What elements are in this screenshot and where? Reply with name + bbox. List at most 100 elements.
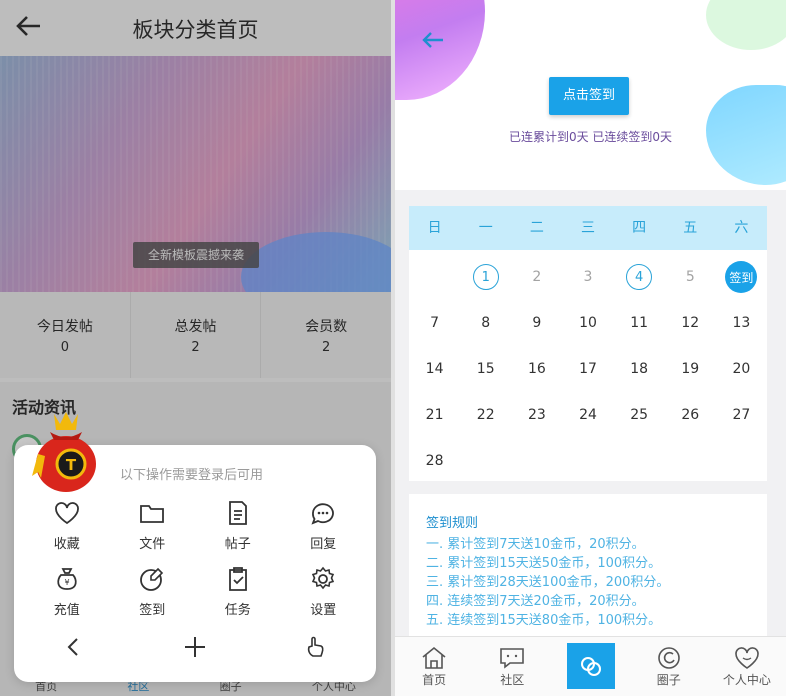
day-cell[interactable]: 24 bbox=[562, 394, 613, 436]
nav-home[interactable]: 首页 bbox=[395, 637, 473, 696]
weekday-label: 五 bbox=[683, 220, 698, 236]
action-replies[interactable]: 回复 bbox=[281, 499, 367, 555]
lucky-bag-icon[interactable]: T bbox=[26, 406, 106, 496]
action-settings[interactable]: 设置 bbox=[281, 565, 367, 621]
day-cell[interactable]: 23 bbox=[511, 394, 562, 436]
action-recharge[interactable]: ¥ 充值 bbox=[24, 565, 110, 621]
action-files[interactable]: 文件 bbox=[110, 499, 196, 555]
weekday-label: 三 bbox=[580, 220, 595, 236]
chevron-left-icon[interactable] bbox=[61, 634, 87, 660]
day-cell[interactable]: 7 bbox=[409, 302, 460, 344]
day-cell[interactable]: 27 bbox=[716, 394, 767, 436]
nav-label: 首页 bbox=[422, 673, 447, 687]
decor-blob-green bbox=[706, 0, 786, 50]
day-checked-in[interactable]: 签到 bbox=[716, 256, 767, 298]
action-posts[interactable]: 帖子 bbox=[195, 499, 281, 555]
screen: 板块分类首页 全新模板震撼来袭 今日发帖 0 总发帖 2 会员数 2 活动资讯 bbox=[0, 0, 786, 696]
day-cell[interactable]: 17 bbox=[562, 348, 613, 390]
day-cell[interactable]: 21 bbox=[409, 394, 460, 436]
sign-pen-icon bbox=[140, 567, 164, 591]
rule-line: 一. 累计签到7天送10金币，20积分。 bbox=[426, 537, 645, 552]
weekday-label: 四 bbox=[632, 220, 647, 236]
heart-face-icon bbox=[735, 647, 759, 669]
day-cell[interactable]: 2 bbox=[511, 256, 562, 298]
day-cell[interactable]: 15 bbox=[460, 348, 511, 390]
rule-line: 三. 累计签到28天送100金币，200积分。 bbox=[426, 575, 670, 590]
chat-bubble-icon bbox=[311, 503, 335, 525]
hand-tap-icon[interactable] bbox=[303, 634, 329, 660]
nav-label: 圈子 bbox=[656, 673, 681, 687]
day-cell[interactable]: 18 bbox=[614, 348, 665, 390]
weekday-label: 二 bbox=[529, 220, 544, 236]
home-icon bbox=[422, 646, 446, 669]
nav-label: 个人中心 bbox=[722, 673, 771, 687]
streak-text: 已连累计到0天 已连续签到0天 bbox=[508, 130, 673, 144]
money-bag-icon: ¥ bbox=[57, 568, 77, 590]
back-arrow-icon[interactable] bbox=[419, 26, 447, 54]
rules-card: 签到规则 一. 累计签到7天送10金币，20积分。 二. 累计签到15天送50金… bbox=[409, 494, 767, 654]
nav-circle[interactable]: 圈子 bbox=[630, 637, 708, 696]
community-icon bbox=[500, 648, 525, 669]
svg-text:T: T bbox=[66, 456, 77, 474]
rules-title: 签到规则 bbox=[426, 516, 479, 531]
day-cell[interactable]: 11 bbox=[614, 302, 665, 344]
right-panel: 点击签到 已连累计到0天 已连续签到0天 日一二三四五六 1 2 3 4 5 签到 7 8 9 1… bbox=[395, 0, 786, 696]
action-tasks[interactable]: 任务 bbox=[195, 565, 281, 621]
plus-icon[interactable] bbox=[182, 634, 208, 660]
action-label: 回复 bbox=[310, 537, 337, 552]
rule-line: 五. 连续签到15天送80金币，100积分。 bbox=[426, 613, 662, 628]
day-cell[interactable]: 5 bbox=[665, 256, 716, 298]
circle-link-icon bbox=[580, 657, 601, 676]
day-ring: 1 bbox=[472, 264, 499, 290]
day-cell[interactable]: 28 bbox=[409, 440, 460, 482]
day-cell[interactable]: 3 bbox=[562, 256, 613, 298]
day-ring: 4 bbox=[626, 264, 653, 290]
gear-icon bbox=[312, 566, 335, 590]
rule-line: 四. 连续签到7天送20金币，20积分。 bbox=[426, 594, 645, 609]
checkin-button[interactable]: 点击签到 bbox=[549, 77, 629, 115]
day-cell[interactable]: 4 bbox=[614, 256, 665, 298]
day-cell[interactable]: 25 bbox=[614, 394, 665, 436]
day-cell[interactable]: 19 bbox=[665, 348, 716, 390]
action-favorite[interactable]: 收藏 bbox=[24, 499, 110, 555]
checkin-header: 点击签到 已连累计到0天 已连续签到0天 bbox=[395, 0, 786, 190]
day-empty bbox=[409, 256, 460, 298]
nav-profile[interactable]: 个人中心 bbox=[708, 637, 786, 696]
day-cell[interactable]: 26 bbox=[665, 394, 716, 436]
heart-icon bbox=[54, 502, 79, 525]
calendar-days-grid: 1 2 3 4 5 签到 7 8 9 10 11 12 13 14 15 16 17 18 19 20 21 22 23 24… bbox=[409, 250, 767, 482]
action-grid: 收藏 文件 帖子 回复 ¥ 充值 签到 任务 设置 bbox=[24, 499, 366, 621]
folder-icon bbox=[140, 505, 165, 523]
day-cell[interactable]: 20 bbox=[716, 348, 767, 390]
nav-center-button[interactable] bbox=[566, 643, 615, 689]
left-panel: 板块分类首页 全新模板震撼来袭 今日发帖 0 总发帖 2 会员数 2 活动资讯 bbox=[0, 0, 391, 696]
action-label: 帖子 bbox=[224, 537, 251, 552]
weekday-label: 六 bbox=[734, 220, 749, 236]
day-cell[interactable]: 9 bbox=[511, 302, 562, 344]
day-cell[interactable]: 12 bbox=[665, 302, 716, 344]
calendar-weekday-row: 日一二三四五六 bbox=[409, 206, 767, 250]
sheet-toolbar bbox=[14, 623, 376, 671]
action-checkin[interactable]: 签到 bbox=[110, 565, 196, 621]
nav-label: 社区 bbox=[500, 673, 525, 687]
day-cell[interactable]: 10 bbox=[562, 302, 613, 344]
bottom-nav: 首页 社区 圈子 个人中心 bbox=[395, 636, 786, 696]
document-icon bbox=[228, 501, 247, 525]
action-label: 设置 bbox=[310, 603, 337, 618]
rule-line: 二. 累计签到15天送50金币，100积分。 bbox=[426, 556, 662, 571]
action-label: 签到 bbox=[139, 603, 166, 618]
day-cell[interactable]: 22 bbox=[460, 394, 511, 436]
day-cell[interactable]: 16 bbox=[511, 348, 562, 390]
action-label: 文件 bbox=[139, 537, 166, 552]
day-cell[interactable]: 14 bbox=[409, 348, 460, 390]
action-label: 收藏 bbox=[53, 537, 80, 552]
day-cell[interactable]: 8 bbox=[460, 302, 511, 344]
nav-center[interactable] bbox=[551, 637, 629, 696]
day-cell[interactable]: 1 bbox=[460, 256, 511, 298]
clipboard-check-icon bbox=[228, 567, 247, 591]
action-label: 充值 bbox=[53, 603, 80, 618]
weekday-label: 一 bbox=[478, 220, 493, 236]
nav-community[interactable]: 社区 bbox=[473, 637, 551, 696]
svg-text:¥: ¥ bbox=[64, 578, 69, 587]
day-cell[interactable]: 13 bbox=[716, 302, 767, 344]
